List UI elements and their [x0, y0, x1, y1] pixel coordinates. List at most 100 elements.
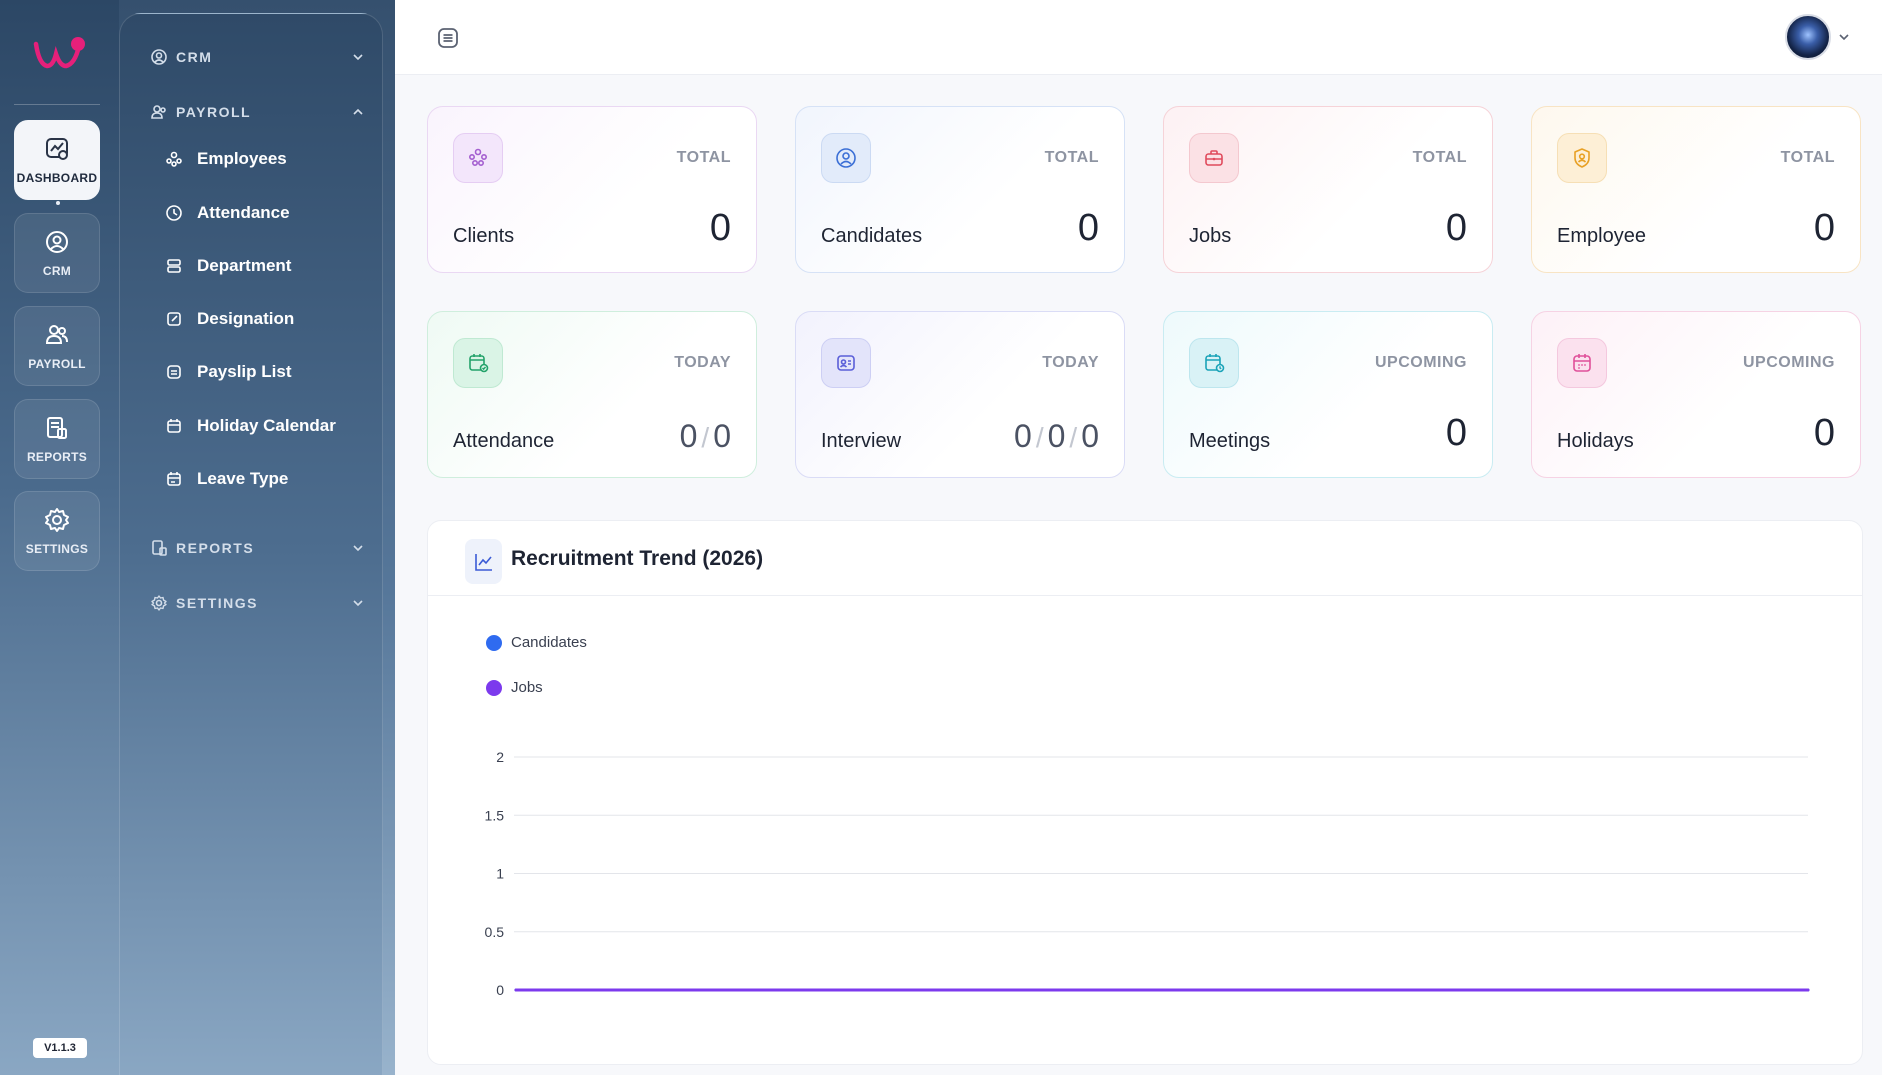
card-tag: UPCOMING	[1375, 354, 1467, 371]
stat-card-clients[interactable]: TOTAL Clients 0	[427, 106, 757, 273]
card-value: 0	[1813, 412, 1835, 454]
chevron-up-icon	[353, 108, 363, 115]
stat-card-candidates[interactable]: TOTAL Candidates 0	[795, 106, 1125, 273]
legend-dot-candidates	[486, 634, 502, 651]
shield-user-icon	[1557, 133, 1607, 183]
chevron-down-icon	[353, 545, 363, 552]
top-bar	[395, 0, 1882, 75]
leave-icon	[167, 472, 181, 486]
card-label: Candidates	[821, 225, 923, 247]
version-badge: V1.1.3	[33, 1038, 87, 1058]
stat-card-attendance[interactable]: TODAY Attendance 0/0	[427, 311, 757, 478]
card-label: Jobs	[1189, 225, 1232, 247]
card-value: 0/0	[679, 418, 731, 454]
card-label: Holidays	[1557, 430, 1634, 452]
crm-icon	[151, 49, 167, 65]
submenu-panel: CRM PAYROLL Employees Attendance Departm…	[119, 13, 383, 1075]
payroll-icon	[151, 105, 166, 119]
department-icon	[167, 259, 181, 273]
payslip-icon	[167, 365, 181, 379]
submenu-item-employees[interactable]: Employees	[165, 144, 365, 174]
calendar-clock-icon	[1189, 338, 1239, 388]
submenu-item-label: Holiday Calendar	[197, 416, 336, 435]
settings-icon	[151, 595, 167, 611]
recruitment-trend-chart: 21.510.50Mar 2026Apr 2026May 2026	[485, 749, 1810, 998]
reports-icon	[47, 417, 67, 439]
rail-item-payroll[interactable]: PAYROLL	[14, 306, 100, 386]
submenu-group-payroll[interactable]: PAYROLL	[150, 97, 364, 127]
interview-count-1: 0	[1014, 418, 1032, 454]
card-value: 0	[1813, 207, 1835, 249]
card-value: 0	[1445, 412, 1467, 454]
user-avatar[interactable]	[1785, 14, 1831, 60]
card-tag: TOTAL	[1780, 149, 1835, 166]
stat-card-jobs[interactable]: TOTAL Jobs 0	[1163, 106, 1493, 273]
legend-label-jobs: Jobs	[511, 679, 543, 696]
submenu-item-attendance[interactable]: Attendance	[165, 198, 365, 228]
dashboard-icon	[46, 138, 68, 160]
card-tag: TODAY	[674, 354, 731, 371]
y-tick-label: 2	[496, 749, 504, 765]
rail-item-settings[interactable]: SETTINGS	[14, 491, 100, 571]
interview-count-2: 0	[1047, 418, 1066, 454]
rail-label-crm: CRM	[42, 264, 72, 278]
rail-label-payroll: PAYROLL	[28, 357, 86, 371]
card-value: 0	[1077, 207, 1099, 249]
data-point-jobs	[1806, 988, 1810, 992]
clients-icon	[453, 133, 503, 183]
stat-card-meetings[interactable]: UPCOMING Meetings 0	[1163, 311, 1493, 478]
y-tick-label: 0	[496, 982, 504, 998]
submenu-item-designation[interactable]: Designation	[165, 304, 365, 334]
candidate-icon	[821, 133, 871, 183]
recruitment-trend-card: Recruitment Trend (2026) Candidates Jobs…	[427, 520, 1863, 1065]
legend-item-candidates[interactable]: Candidates	[486, 634, 587, 651]
stat-card-interview[interactable]: TODAY Interview 0/0/0	[795, 311, 1125, 478]
submenu-item-label: Employees	[197, 149, 287, 168]
card-value: 0/0/0	[1014, 418, 1099, 454]
stat-card-employee[interactable]: TOTAL Employee 0	[1531, 106, 1861, 273]
submenu-group-label: REPORTS	[176, 540, 255, 556]
rail-divider	[14, 104, 100, 105]
submenu-group-label: CRM	[176, 49, 213, 65]
menu-toggle-icon[interactable]	[436, 26, 460, 50]
submenu-item-payslip-list[interactable]: Payslip List	[165, 357, 365, 387]
submenu-group-settings[interactable]: SETTINGS	[150, 588, 364, 618]
card-label: Meetings	[1189, 430, 1271, 452]
calendar-icon	[1557, 338, 1607, 388]
stat-card-holidays[interactable]: UPCOMING Holidays 0	[1531, 311, 1861, 478]
icon-rail: DASHBOARD CRM PAYROLL REPORTS SETTINGS V…	[0, 0, 119, 1075]
chevron-down-icon[interactable]	[1838, 31, 1850, 43]
card-tag: UPCOMING	[1743, 354, 1835, 371]
submenu-item-holiday-calendar[interactable]: Holiday Calendar	[165, 411, 365, 441]
legend-label-candidates: Candidates	[511, 634, 587, 651]
rail-label-dashboard: DASHBOARD	[16, 171, 98, 185]
payroll-icon	[45, 325, 68, 344]
settings-icon	[45, 508, 69, 532]
card-tag: TODAY	[1042, 354, 1099, 371]
y-tick-label: 1	[496, 866, 504, 882]
designation-icon	[167, 312, 181, 326]
attendance-present-count: 0	[679, 418, 698, 454]
submenu-group-crm[interactable]: CRM	[150, 42, 364, 72]
data-point-jobs	[514, 988, 518, 992]
chevron-down-icon	[353, 54, 363, 61]
main-content: TOTAL Clients 0 TOTAL Candidates 0 TOTAL…	[395, 75, 1882, 1075]
submenu-item-label: Department	[197, 256, 292, 275]
active-indicator	[56, 201, 60, 205]
interview-count-3: 0	[1081, 418, 1099, 454]
card-label: Clients	[453, 225, 515, 247]
id-card-icon	[821, 338, 871, 388]
rail-item-reports[interactable]: REPORTS	[14, 399, 100, 479]
rail-item-dashboard[interactable]: DASHBOARD	[14, 120, 100, 205]
legend-dot-jobs	[486, 679, 502, 696]
submenu-group-reports[interactable]: REPORTS	[150, 533, 364, 563]
submenu-item-department[interactable]: Department	[165, 251, 365, 281]
clock-icon	[166, 205, 182, 221]
submenu-item-leave-type[interactable]: Leave Type	[165, 464, 365, 494]
legend-item-jobs[interactable]: Jobs	[486, 679, 543, 696]
app-logo-icon[interactable]	[33, 34, 87, 74]
data-point-jobs	[1160, 988, 1164, 992]
y-tick-label: 1.5	[485, 807, 505, 823]
rail-item-crm[interactable]: CRM	[14, 213, 100, 293]
submenu-group-label: SETTINGS	[176, 595, 259, 611]
